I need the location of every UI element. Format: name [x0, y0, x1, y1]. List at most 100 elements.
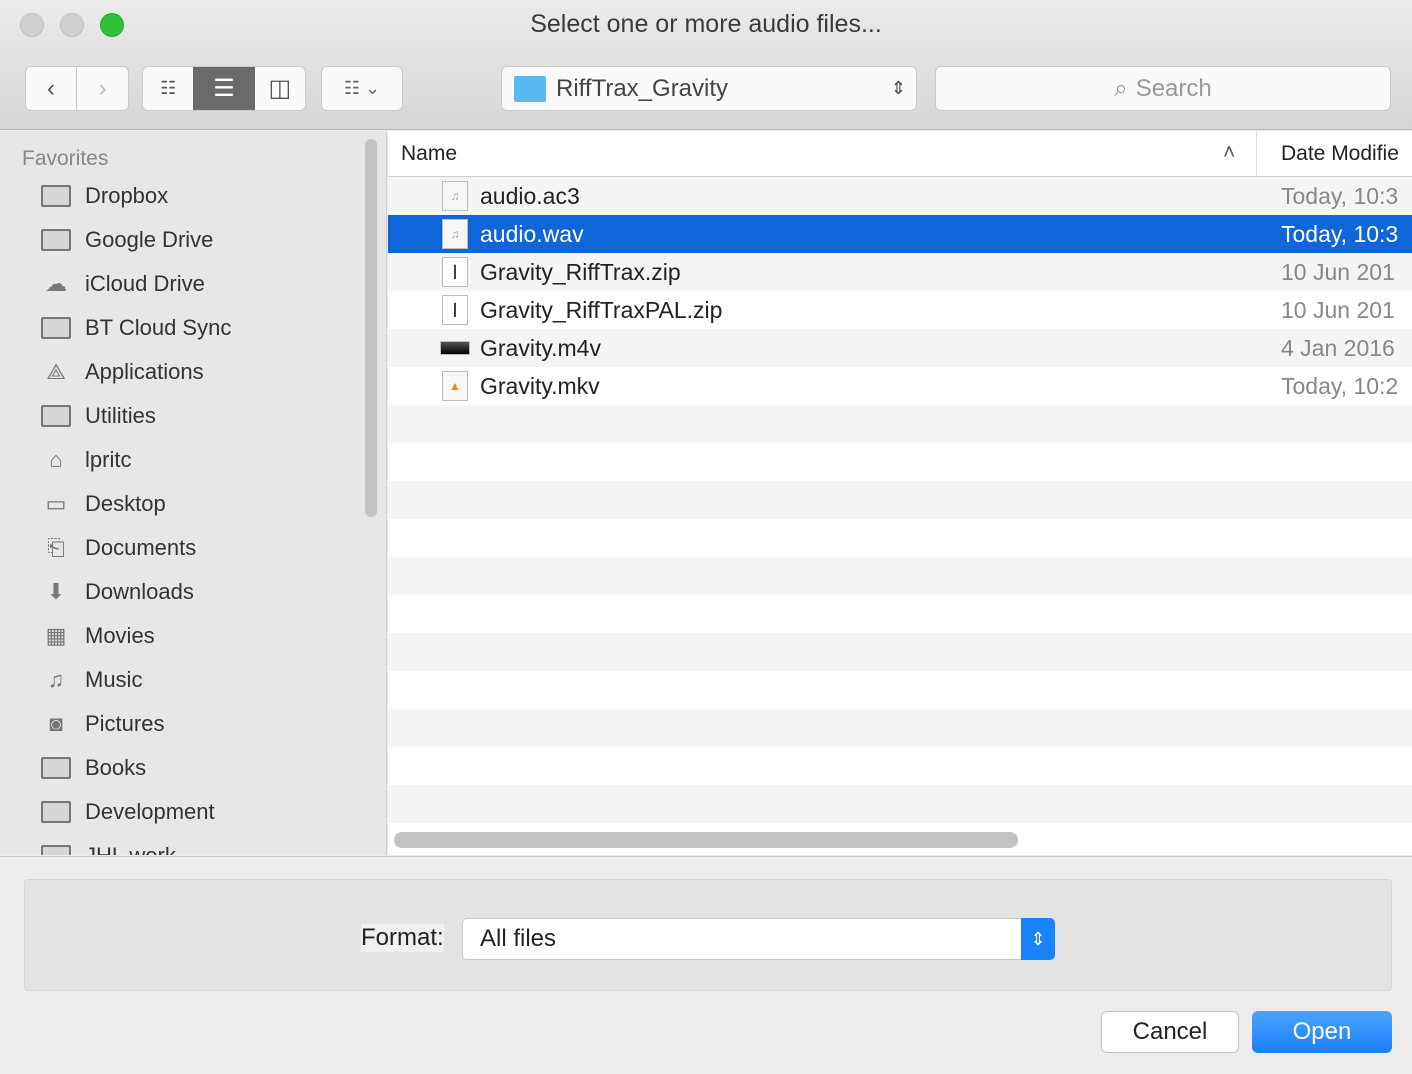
sidebar-item-label: Pictures [85, 711, 165, 736]
column-view-button[interactable]: ◫ [255, 67, 305, 110]
sidebar-item-label: JHL work [85, 843, 176, 855]
file-date: Today, 10:3 [1281, 220, 1399, 247]
empty-row [388, 595, 1412, 633]
column-header-date[interactable]: Date Modifie [1281, 142, 1399, 166]
format-panel: Format: All files ⇕ [24, 879, 1392, 991]
sidebar-item-icloud-drive[interactable]: ☁ iCloud Drive [40, 264, 205, 304]
file-name: Gravity.mkv [480, 372, 600, 399]
back-button[interactable]: ‹ [26, 67, 78, 110]
cancel-label: Cancel [1132, 1018, 1208, 1045]
open-label: Open [1292, 1018, 1352, 1045]
folder-icon [40, 756, 72, 780]
empty-row [388, 785, 1412, 823]
empty-row [388, 633, 1412, 671]
folder-icon [40, 800, 72, 824]
sidebar-item-dropbox[interactable]: Dropbox [40, 176, 168, 216]
applications-icon: ⟁ [46, 359, 66, 384]
file-name: audio.ac3 [480, 182, 580, 209]
documents-icon: ⎗ [47, 535, 65, 560]
file-date: 10 Jun 201 [1281, 296, 1395, 323]
empty-row [388, 671, 1412, 709]
cancel-button[interactable]: Cancel [1101, 1011, 1239, 1053]
video-file-icon [440, 341, 470, 355]
sidebar-item-lpritc[interactable]: ⌂ lpritc [40, 440, 131, 480]
arrange-button[interactable]: ☷ ⌄ [321, 66, 403, 111]
search-icon: ⌕ [1114, 74, 1128, 102]
list-icon: ☰ [213, 75, 235, 102]
view-mode-control: ☷ ☰ ◫ [142, 66, 306, 111]
sidebar-item-label: Google Drive [85, 227, 214, 252]
sidebar-item-development[interactable]: Development [40, 792, 215, 832]
arrange-icon: ☷ ⌄ [343, 78, 381, 98]
sidebar-item-applications[interactable]: ⟁ Applications [40, 352, 204, 392]
chevron-left-icon: ‹ [47, 74, 55, 102]
file-name: Gravity_RiffTraxPAL.zip [480, 296, 723, 323]
accessory-area: Format: All files ⇕ Cancel Open [0, 856, 1412, 1074]
folder-icon [40, 844, 72, 855]
file-row[interactable]: ┃ Gravity_RiffTraxPAL.zip 10 Jun 201 [388, 291, 1412, 329]
sidebar: Favorites Dropbox Google Drive ☁ iCloud Dri… [0, 131, 387, 855]
file-name: Gravity_RiffTrax.zip [480, 258, 681, 285]
sidebar-item-bt-cloud-sync[interactable]: BT Cloud Sync [40, 308, 231, 348]
updown-chevron-icon: ⇕ [1021, 918, 1055, 960]
sidebar-item-label: Development [85, 799, 215, 824]
empty-row [388, 557, 1412, 595]
sidebar-item-pictures[interactable]: ◙ Pictures [40, 704, 164, 744]
horizontal-scrollbar[interactable] [394, 832, 1018, 848]
title-bar: Select one or more audio files... ‹ › ☷ … [0, 0, 1412, 130]
sidebar-item-label: Utilities [85, 403, 156, 428]
sidebar-item-label: Books [85, 755, 147, 780]
sidebar-item-music[interactable]: ♫ Music [40, 660, 143, 700]
sidebar-item-downloads[interactable]: ⬇ Downloads [40, 572, 194, 612]
file-row[interactable]: Gravity.m4v 4 Jan 2016 [388, 329, 1412, 367]
file-row[interactable]: ▲ Gravity.mkv Today, 10:2 [388, 367, 1412, 405]
sidebar-item-label: Downloads [85, 579, 194, 604]
location-popup[interactable]: RiffTrax_Gravity ⇕ [501, 66, 917, 111]
empty-row [388, 709, 1412, 747]
sidebar-item-label: iCloud Drive [85, 271, 205, 296]
forward-button[interactable]: › [77, 67, 128, 110]
icon-view-button[interactable]: ☷ [143, 67, 193, 110]
sidebar-item-label: Movies [85, 623, 155, 648]
file-row[interactable]: ┃ Gravity_RiffTrax.zip 10 Jun 201 [388, 253, 1412, 291]
sidebar-item-google-drive[interactable]: Google Drive [40, 220, 213, 260]
file-row[interactable]: ♫ audio.ac3 Today, 10:3 [388, 177, 1412, 215]
sidebar-item-movies[interactable]: ▦ Movies [40, 616, 155, 656]
sidebar-heading: Favorites [22, 147, 109, 170]
format-select[interactable]: All files ⇕ [462, 918, 1055, 960]
sidebar-scrollbar[interactable] [365, 139, 377, 517]
list-header: Name ˄ Date Modifie [388, 131, 1412, 177]
format-label: Format: [361, 924, 444, 952]
file-list: Name ˄ Date Modifie ♫ audio.ac3 Today, 10:… [388, 131, 1412, 855]
sidebar-item-jhl-work[interactable]: JHL work [40, 836, 176, 855]
audio-file-icon: ♫ [442, 219, 468, 249]
camera-icon: ◙ [49, 711, 63, 736]
column-header-name[interactable]: Name [401, 142, 457, 166]
sidebar-item-desktop[interactable]: ▭ Desktop [40, 484, 166, 524]
search-field[interactable]: ⌕ Search [935, 66, 1391, 111]
sidebar-item-documents[interactable]: ⎗ Documents [40, 528, 196, 568]
search-placeholder: Search [1135, 74, 1212, 102]
list-view-button[interactable]: ☰ [193, 67, 255, 110]
location-label: RiffTrax_Gravity [556, 74, 729, 102]
file-name: Gravity.m4v [480, 334, 601, 361]
zip-file-icon: ┃ [442, 295, 468, 325]
grid-icon: ☷ [160, 78, 177, 98]
empty-row [388, 405, 1412, 443]
column-divider [1256, 131, 1257, 177]
empty-row [388, 443, 1412, 481]
sidebar-item-label: Applications [85, 359, 204, 384]
open-button[interactable]: Open [1252, 1011, 1392, 1053]
sidebar-item-books[interactable]: Books [40, 748, 146, 788]
sidebar-item-utilities[interactable]: Utilities [40, 396, 156, 436]
file-row[interactable]: ♫ audio.wav Today, 10:3 [388, 215, 1412, 253]
updown-chevron-icon: ⇕ [890, 78, 906, 98]
file-date: 10 Jun 201 [1281, 258, 1395, 285]
file-name: audio.wav [480, 220, 584, 247]
chevron-right-icon: › [98, 74, 107, 102]
folder-icon [40, 316, 72, 340]
folder-icon [40, 184, 72, 208]
zip-file-icon: ┃ [442, 257, 468, 287]
cloud-icon: ☁ [45, 271, 67, 296]
window-title: Select one or more audio files... [530, 10, 882, 38]
